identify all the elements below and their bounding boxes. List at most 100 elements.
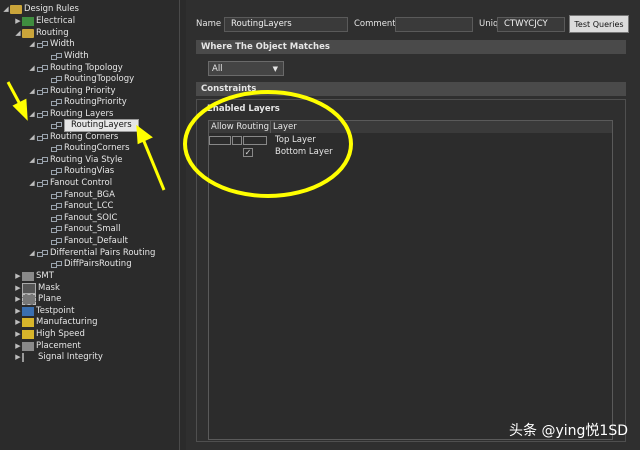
tree-item-label: Routing: [36, 28, 69, 38]
tree-item-label: Manufacturing: [36, 317, 98, 327]
tree-item-label: Width: [64, 51, 89, 61]
expand-arrow-icon[interactable]: ◢: [28, 132, 36, 143]
allow-routing-checkbox[interactable]: [243, 136, 267, 145]
tree-item-label: Mask: [38, 283, 60, 293]
collapsed-arrow-icon[interactable]: ▶: [14, 306, 22, 317]
rules-tree-panel[interactable]: ◢ Design Rules ▶ Electrical ◢ Routing ◢ …: [0, 0, 180, 450]
tree-item-fanout-soic[interactable]: Fanout_SOIC: [50, 213, 117, 224]
expand-arrow-icon[interactable]: ◢: [28, 178, 36, 189]
expand-arrow-icon[interactable]: ◢: [28, 248, 36, 259]
collapsed-arrow-icon[interactable]: ▶: [14, 341, 22, 352]
tree-item-plane[interactable]: ▶ Plane: [14, 294, 61, 305]
tree-item-label-selected: RoutingLayers: [64, 119, 139, 132]
tree-item-high-speed[interactable]: ▶ High Speed: [14, 329, 85, 340]
comment-field[interactable]: [395, 17, 473, 32]
plane-icon: [22, 294, 36, 305]
constraints-section-header: Constraints: [196, 82, 626, 96]
rule-group-icon: [36, 40, 48, 49]
scope-select[interactable]: All ▼: [208, 61, 284, 76]
expand-arrow-icon[interactable]: ◢: [28, 155, 36, 166]
collapsed-arrow-icon[interactable]: ▶: [14, 283, 22, 294]
collapsed-arrow-icon[interactable]: ▶: [14, 16, 22, 27]
collapsed-arrow-icon[interactable]: ▶: [14, 271, 22, 282]
smt-icon: [22, 272, 34, 281]
tree-item-manufacturing[interactable]: ▶ Manufacturing: [14, 317, 98, 328]
tree-item-placement[interactable]: ▶ Placement: [14, 341, 81, 352]
rule-group-icon: [36, 179, 48, 188]
tree-item-testpoint[interactable]: ▶ Testpoint: [14, 306, 74, 317]
rule-icon: [50, 214, 62, 223]
rule-icon: [50, 237, 62, 246]
mask-icon: [22, 283, 36, 294]
tree-item-label: Signal Integrity: [38, 352, 103, 362]
tree-item-fanout-control-group[interactable]: ◢ Fanout Control: [28, 178, 112, 189]
tree-item-width-rule[interactable]: Width: [50, 51, 89, 62]
tree-item-routing-layers-rule[interactable]: RoutingLayers: [50, 119, 139, 132]
tree-item-smt[interactable]: ▶ SMT: [14, 271, 54, 282]
tree-item-label: RoutingPriority: [64, 97, 127, 107]
tree-item-routing-topology-group[interactable]: ◢ Routing Topology: [28, 63, 123, 74]
tree-item-label: DiffPairsRouting: [64, 259, 132, 269]
layer-name: Top Layer: [275, 135, 316, 145]
tree-item-fanout-bga[interactable]: Fanout_BGA: [50, 190, 115, 201]
enabled-layers-title: Enabled Layers: [207, 104, 280, 114]
expand-arrow-icon[interactable]: ◢: [14, 28, 22, 39]
rule-icon: [50, 225, 62, 234]
tree-item-diff-pairs-rule[interactable]: DiffPairsRouting: [50, 259, 132, 270]
tree-item-routing-priority-rule[interactable]: RoutingPriority: [50, 97, 127, 108]
watermark-text: 头条 @ying悦1SD: [509, 423, 628, 439]
tree-item-label: Routing Priority: [50, 86, 116, 96]
tree-item-routing-topology-rule[interactable]: RoutingTopology: [50, 74, 134, 85]
layers-table: Allow Routing Layer Top Layer ✓ Bottom L…: [208, 120, 613, 440]
testpoint-icon: [22, 307, 34, 316]
expand-arrow-icon[interactable]: ◢: [28, 86, 36, 97]
tree-item-mask[interactable]: ▶ Mask: [14, 283, 60, 294]
tree-item-fanout-small[interactable]: Fanout_Small: [50, 224, 120, 235]
tree-item-routing-priority-group[interactable]: ◢ Routing Priority: [28, 86, 116, 97]
tree-item-signal-integrity[interactable]: ▶ Signal Integrity: [14, 352, 103, 363]
collapsed-arrow-icon[interactable]: ▶: [14, 317, 22, 328]
rule-icon: [50, 167, 62, 176]
unique-id-field[interactable]: [497, 17, 565, 32]
tree-item-routing[interactable]: ◢ Routing: [14, 28, 69, 39]
rule-group-icon: [36, 249, 48, 258]
tree-item-label: Routing Corners: [50, 132, 119, 142]
tree-item-diff-pairs-group[interactable]: ◢ Differential Pairs Routing: [28, 248, 155, 259]
expand-arrow-icon[interactable]: ◢: [28, 63, 36, 74]
tree-item-label: RoutingTopology: [64, 74, 135, 84]
rule-group-icon: [36, 110, 48, 119]
layer-column-header[interactable]: Layer: [271, 121, 612, 133]
allow-routing-column-header[interactable]: Allow Routing: [209, 121, 271, 133]
allow-routing-checkbox[interactable]: [232, 136, 242, 145]
collapsed-arrow-icon[interactable]: ▶: [14, 352, 22, 363]
table-row[interactable]: Top Layer: [209, 135, 612, 146]
tree-item-design-rules[interactable]: ◢ Design Rules: [2, 4, 79, 15]
allow-routing-checkbox[interactable]: [209, 136, 231, 145]
expand-arrow-icon[interactable]: ◢: [28, 109, 36, 120]
tree-item-routing-via-style-group[interactable]: ◢ Routing Via Style: [28, 155, 122, 166]
name-label: Name: [196, 19, 222, 29]
tree-item-routing-corners-group[interactable]: ◢ Routing Corners: [28, 132, 118, 143]
table-row[interactable]: ✓ Bottom Layer: [209, 147, 612, 158]
test-queries-button[interactable]: Test Queries: [569, 15, 629, 33]
rule-icon: [50, 191, 62, 200]
tree-item-electrical[interactable]: ▶ Electrical: [14, 16, 75, 27]
tree-item-label: SMT: [36, 271, 54, 281]
collapsed-arrow-icon[interactable]: ▶: [14, 329, 22, 340]
checkmark-icon[interactable]: ✓: [243, 148, 253, 157]
collapsed-arrow-icon[interactable]: ▶: [14, 294, 22, 305]
tree-item-label: Fanout Control: [50, 178, 113, 188]
expand-arrow-icon[interactable]: ◢: [28, 39, 36, 50]
tree-item-fanout-default[interactable]: Fanout_Default: [50, 236, 128, 247]
name-field[interactable]: [224, 17, 348, 32]
tree-item-routing-corners-rule[interactable]: RoutingCorners: [50, 143, 130, 154]
tree-item-label: High Speed: [36, 329, 85, 339]
expand-arrow-icon[interactable]: ◢: [2, 4, 10, 15]
rule-icon: [50, 260, 62, 269]
tree-item-fanout-lcc[interactable]: Fanout_LCC: [50, 201, 113, 212]
rule-group-icon: [36, 156, 48, 165]
tree-item-label: Fanout_BGA: [64, 190, 115, 200]
tree-item-width-group[interactable]: ◢ Width: [28, 39, 74, 50]
tree-item-routing-vias-rule[interactable]: RoutingVias: [50, 166, 114, 177]
comment-label: Comment: [354, 19, 396, 29]
